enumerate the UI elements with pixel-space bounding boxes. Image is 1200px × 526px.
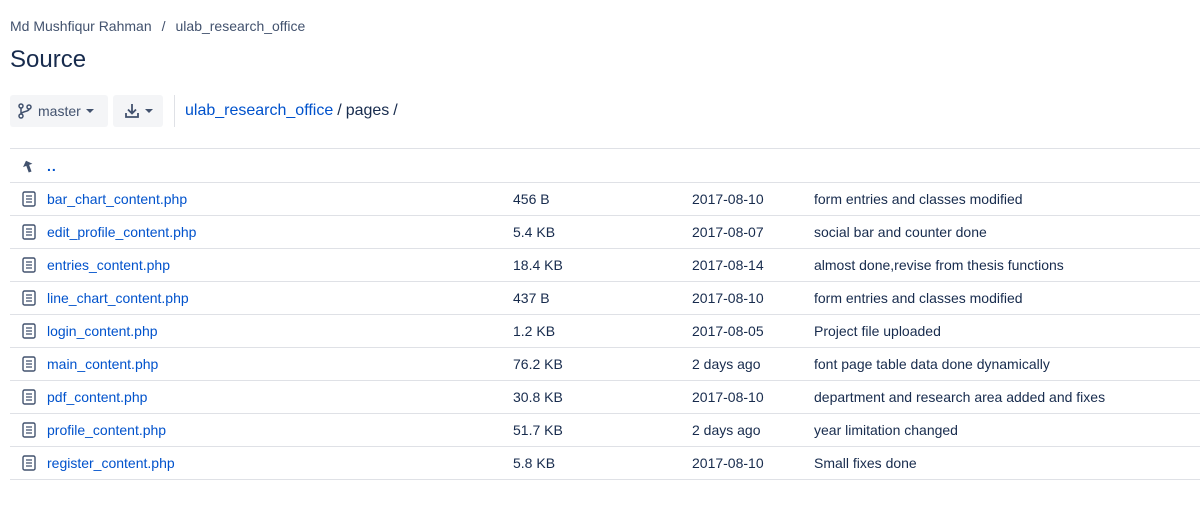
up-arrow-icon [23,160,33,172]
file-size: 437 B [513,290,550,306]
parent-directory-row[interactable]: .. [10,149,1200,183]
file-name-link[interactable]: pdf_content.php [47,389,147,405]
path-separator: / [337,102,342,119]
file-icon [22,191,36,207]
commit-message: department and research area added and f… [814,389,1106,405]
file-name-link[interactable]: line_chart_content.php [47,290,189,306]
file-size: 5.4 KB [513,224,556,240]
file-date: 2017-08-10 [692,389,764,405]
file-size: 1.2 KB [513,323,556,339]
chevron-down-icon [144,109,153,113]
file-name-link[interactable]: profile_content.php [47,422,166,438]
file-name-link[interactable]: bar_chart_content.php [47,191,187,207]
download-button[interactable] [113,95,163,127]
table-row[interactable]: login_content.php 1.2 KB 2017-08-05 Proj… [10,315,1200,348]
file-date: 2017-08-10 [692,455,764,471]
file-date: 2017-08-10 [692,191,764,207]
breadcrumb: Md Mushfiqur Rahman / ulab_research_offi… [10,18,305,34]
table-row[interactable]: main_content.php 76.2 KB 2 days ago font… [10,348,1200,381]
toolbar-divider [174,95,175,127]
file-date: 2 days ago [692,356,761,372]
file-name-link[interactable]: edit_profile_content.php [47,224,196,240]
branch-icon [18,103,32,119]
file-icon [22,290,36,306]
file-date: 2017-08-07 [692,224,764,240]
breadcrumb-owner-link[interactable]: Md Mushfiqur Rahman [10,18,152,34]
file-size: 18.4 KB [513,257,563,273]
file-icon [22,257,36,273]
commit-message: social bar and counter done [814,224,987,240]
table-row[interactable]: profile_content.php 51.7 KB 2 days ago y… [10,414,1200,447]
table-row[interactable]: line_chart_content.php 437 B 2017-08-10 … [10,282,1200,315]
page-title: Source [10,46,87,73]
path-breadcrumb: ulab_research_office / pages / [185,102,398,120]
file-icon [22,356,36,372]
file-icon [22,389,36,405]
path-repo-link[interactable]: ulab_research_office [185,102,333,120]
table-row[interactable]: bar_chart_content.php 456 B 2017-08-10 f… [10,183,1200,216]
download-icon [124,104,139,118]
file-icon [22,455,36,471]
file-rows: bar_chart_content.php 456 B 2017-08-10 f… [10,183,1200,480]
file-name-link[interactable]: login_content.php [47,323,158,339]
chevron-down-icon [85,109,94,113]
file-size: 30.8 KB [513,389,563,405]
table-row[interactable]: pdf_content.php 30.8 KB 2017-08-10 depar… [10,381,1200,414]
file-date: 2017-08-10 [692,290,764,306]
path-separator: / [393,102,398,119]
table-row[interactable]: entries_content.php 18.4 KB 2017-08-14 a… [10,249,1200,282]
table-row[interactable]: edit_profile_content.php 5.4 KB 2017-08-… [10,216,1200,249]
file-icon [22,224,36,240]
commit-message: Project file uploaded [814,323,941,339]
file-date: 2 days ago [692,422,761,438]
table-row[interactable]: register_content.php 5.8 KB 2017-08-10 S… [10,447,1200,480]
source-toolbar: master ulab_research_office / pages / [10,95,398,127]
breadcrumb-separator: / [161,18,166,34]
commit-message: font page table data done dynamically [814,356,1050,372]
breadcrumb-repo-link[interactable]: ulab_research_office [176,18,306,34]
commit-message: year limitation changed [814,422,958,438]
commit-message: form entries and classes modified [814,290,1023,306]
branch-selector-button[interactable]: master [10,95,108,127]
commit-message: almost done,revise from thesis functions [814,257,1064,273]
file-size: 5.8 KB [513,455,556,471]
file-name-link[interactable]: register_content.php [47,455,175,471]
file-date: 2017-08-05 [692,323,764,339]
parent-directory-link[interactable]: .. [47,158,57,174]
commit-message: form entries and classes modified [814,191,1023,207]
branch-label: master [38,103,81,119]
file-name-link[interactable]: main_content.php [47,356,158,372]
file-size: 456 B [513,191,550,207]
file-name-link[interactable]: entries_content.php [47,257,170,273]
file-table: .. bar_chart_content.php 456 B 2017-08-1… [10,148,1200,480]
file-size: 76.2 KB [513,356,563,372]
path-folder: pages [345,102,390,119]
file-size: 51.7 KB [513,422,563,438]
file-date: 2017-08-14 [692,257,764,273]
commit-message: Small fixes done [814,455,917,471]
file-icon [22,323,36,339]
file-icon [22,422,36,438]
